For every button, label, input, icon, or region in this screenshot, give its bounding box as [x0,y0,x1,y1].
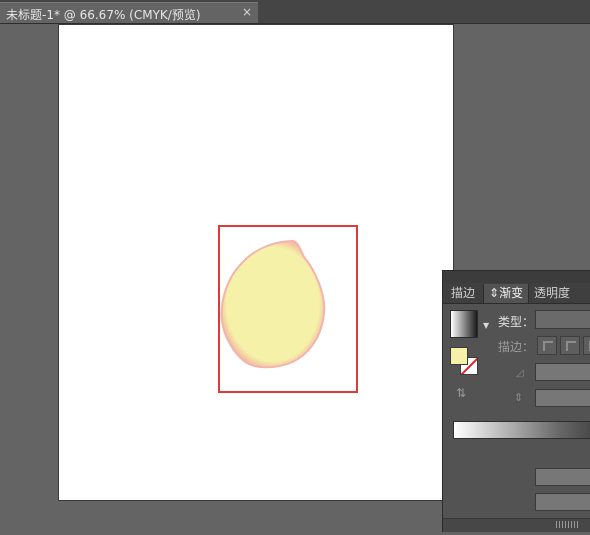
tab-collapse-icon: ⇕ [489,286,500,300]
resize-grip-icon[interactable] [556,521,578,528]
fill-swatch[interactable] [450,347,468,365]
gradient-panel: 描边 ⇕渐变 透明度 ▼ 类型： 描边： ◿ ⇅ ⇕ [442,270,590,532]
stroke-within-button[interactable] [537,336,557,355]
panel-footer [443,518,590,532]
panel-tab-bar: 描边 ⇕渐变 透明度 [443,283,590,304]
stroke-within-icon [543,341,553,351]
gradient-swatch[interactable] [450,310,478,338]
tab-gradient-label: 渐变 [499,286,524,300]
type-label: 类型： [498,315,535,329]
selection-bounding-box [218,225,358,393]
stroke-along-icon [566,341,576,351]
tab-gradient[interactable]: ⇕渐变 [483,284,530,303]
aspect-ratio-field[interactable] [535,389,590,407]
close-icon[interactable]: × [240,5,254,19]
opacity-field[interactable] [535,468,590,486]
angle-field[interactable] [535,363,590,381]
gradient-slider[interactable] [453,421,590,439]
gradient-type-select[interactable] [535,310,590,329]
illustrator-workspace: 未标题-1* @ 66.67% (CMYK/预览) × 描边 ⇕渐变 透明度 ▼ [0,0,590,535]
tab-transparency[interactable]: 透明度 [529,284,575,303]
chevron-down-icon[interactable]: ▼ [483,321,489,330]
location-field[interactable] [535,493,590,511]
reverse-gradient-icon[interactable]: ⇅ [456,386,472,402]
angle-icon: ◿ [516,368,524,379]
stroke-across-button[interactable] [583,336,590,355]
stroke-label: 描边： [498,340,535,354]
document-tab-bar: 未标题-1* @ 66.67% (CMYK/预览) × [0,0,590,24]
document-tab[interactable]: 未标题-1* @ 66.67% (CMYK/预览) × [0,2,258,23]
stroke-along-button[interactable] [560,336,580,355]
tab-stroke[interactable]: 描边 [446,284,480,303]
selected-object[interactable] [218,225,358,393]
panel-title-strip[interactable] [443,271,590,283]
aspect-ratio-icon: ⇕ [514,391,524,404]
document-tab-title: 未标题-1* @ 66.67% (CMYK/预览) [6,8,201,22]
